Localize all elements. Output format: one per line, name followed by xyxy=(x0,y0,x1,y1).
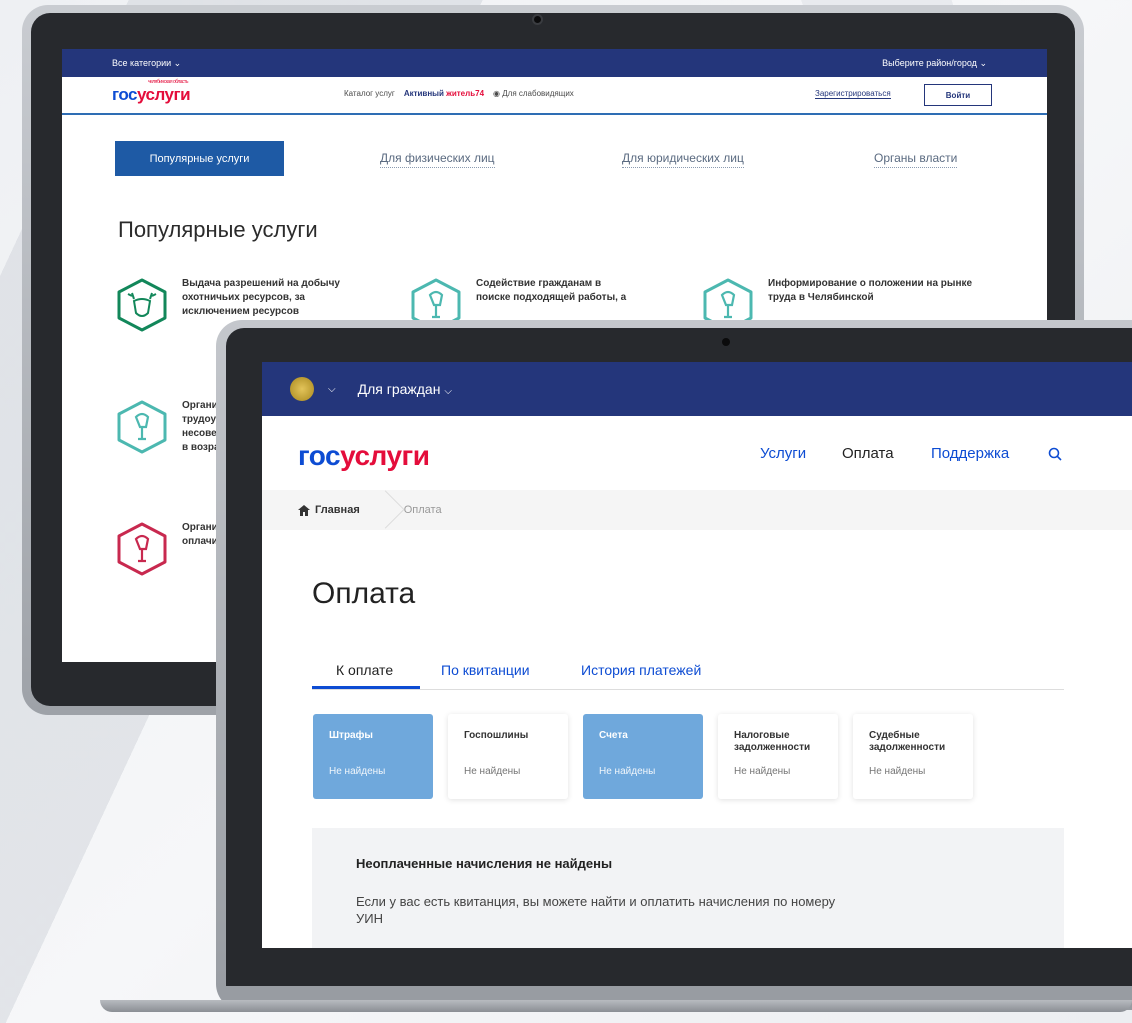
card-duties[interactable]: Госпошлины Не найдены xyxy=(448,714,568,799)
tab-individuals[interactable]: Для физических лиц xyxy=(380,151,495,168)
info-heading: Неоплаченные начисления не найдены xyxy=(356,856,613,871)
top-bar: Все категории ⌄ Выберите район/город ⌄ xyxy=(62,49,1047,77)
payment-tabs: К оплате По квитанции История платежей xyxy=(312,654,1064,690)
deer-icon xyxy=(117,278,167,332)
tab-legal-entities[interactable]: Для юридических лиц xyxy=(622,151,744,168)
region-dropdown[interactable]: Выберите район/город ⌄ xyxy=(882,58,987,69)
gosuslugi-logo[interactable]: госуслуги xyxy=(298,440,430,472)
breadcrumb-home[interactable]: Главная xyxy=(298,504,360,516)
nav-services[interactable]: Услуги xyxy=(760,445,806,462)
category-tabs: Популярные услуги Для физических лиц Для… xyxy=(62,141,1047,177)
front-laptop-camera xyxy=(722,338,730,346)
back-laptop-camera xyxy=(532,14,543,25)
page-title: Оплата xyxy=(312,577,416,610)
nav-support[interactable]: Поддержка xyxy=(931,445,1009,462)
front-screen: ⌵ Для граждан ⌵ госуслуги Услуги Оплата … xyxy=(262,362,1132,948)
chevron-down-icon: ⌵ xyxy=(444,386,452,397)
header: госуслуги Услуги Оплата Поддержка xyxy=(262,416,1132,490)
citizens-dropdown[interactable]: Для граждан ⌵ xyxy=(358,381,452,397)
card-fines[interactable]: Штрафы Не найдены xyxy=(313,714,433,799)
tab-history[interactable]: История платежей xyxy=(581,662,701,678)
categories-dropdown[interactable]: Все категории ⌄ xyxy=(112,58,181,69)
nav-payment[interactable]: Оплата xyxy=(842,445,894,462)
front-laptop-base xyxy=(100,1000,1132,1012)
breadcrumb: Главная Оплата xyxy=(262,490,1132,530)
tab-authorities[interactable]: Органы власти xyxy=(874,151,958,168)
login-button[interactable]: Войти xyxy=(924,84,992,106)
no-charges-panel: Неоплаченные начисления не найдены Если … xyxy=(312,828,1064,948)
active-tab-indicator xyxy=(312,686,420,689)
breadcrumb-separator xyxy=(380,490,392,530)
chevron-down-icon: ⌄ xyxy=(173,57,182,68)
tab-popular[interactable]: Популярные услуги xyxy=(115,141,284,176)
home-icon xyxy=(298,504,310,516)
header-nav: Каталог услуг Активный житель74 ◉ Для сл… xyxy=(344,89,574,98)
info-text: Если у вас есть квитанция, вы можете най… xyxy=(356,894,836,926)
chevron-down-icon: ⌄ xyxy=(979,57,987,68)
page-title: Популярные услуги xyxy=(118,217,318,242)
emblem-icon xyxy=(290,377,314,401)
low-vision-link[interactable]: ◉ Для слабовидящих xyxy=(493,89,574,98)
catalog-link[interactable]: Каталог услуг xyxy=(344,89,395,98)
shovel-icon xyxy=(117,522,167,576)
top-bar: ⌵ Для граждан ⌵ xyxy=(262,362,1132,416)
tab-by-receipt[interactable]: По квитанции xyxy=(441,662,530,678)
active-citizen-link[interactable]: Активный житель74 xyxy=(404,89,484,98)
tab-to-pay[interactable]: К оплате xyxy=(336,662,393,678)
card-court-debts[interactable]: Судебные задолженности Не найдены xyxy=(853,714,973,799)
search-icon[interactable] xyxy=(1048,447,1062,461)
breadcrumb-current: Оплата xyxy=(403,504,442,516)
register-link[interactable]: Зарегистрироваться xyxy=(815,89,891,99)
eye-icon: ◉ xyxy=(493,89,500,98)
gosuslugi-logo[interactable]: челябинская область госуслуги xyxy=(112,79,191,105)
header: челябинская область госуслуги Каталог ус… xyxy=(62,77,1047,115)
card-tax-debts[interactable]: Налоговые задолженности Не найдены xyxy=(718,714,838,799)
card-bills[interactable]: Счета Не найдены xyxy=(583,714,703,799)
chevron-down-icon[interactable]: ⌵ xyxy=(328,384,336,395)
shovel-icon xyxy=(117,400,167,454)
